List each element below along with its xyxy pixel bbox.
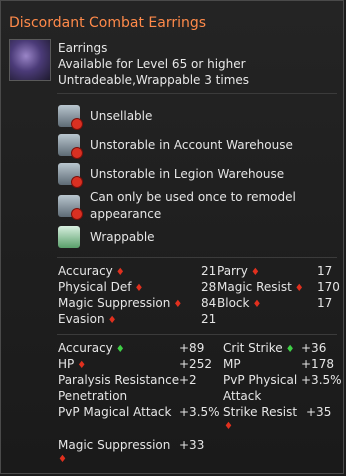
- bonus-paralysis-line1: Paralysis Resistance: [58, 373, 180, 387]
- bonus-strike-resist: Strike Resist: [223, 405, 298, 419]
- stat-physical-def-value: 28: [201, 280, 217, 294]
- bonus-magic-suppression: Magic Suppression: [58, 438, 171, 452]
- bonus-hp: HP ♦: [58, 357, 87, 371]
- restriction-unsellable: Unsellable: [58, 105, 153, 130]
- stat-evasion-value: 21: [201, 312, 217, 326]
- stat-magic-resist: Magic Resist ♦: [217, 280, 304, 294]
- restriction-label: Unsellable: [90, 108, 153, 123]
- restriction-label-line1: Can only be used once to remodel: [90, 190, 296, 204]
- trade-info: Untradeable,Wrappable 3 times: [58, 73, 250, 87]
- remodel-once-icon: [58, 195, 83, 220]
- divider: [57, 93, 337, 94]
- stat-physical-def: Physical Def ♦: [58, 280, 144, 294]
- stat-parry: Parry ♦: [217, 264, 260, 278]
- divider: [57, 334, 337, 335]
- bonus-paralysis-value: +2: [179, 373, 197, 387]
- bonus-hp-value: +252: [179, 357, 212, 371]
- down-arrow-icon: ♦: [58, 454, 67, 465]
- stat-magic-resist-value: 170: [317, 280, 340, 294]
- bonus-pvp-magical: PvP Magical Attack: [58, 405, 172, 419]
- no-sell-icon: [58, 105, 83, 130]
- bonus-pvp-physical-line2: Attack: [223, 389, 262, 403]
- restriction-wrappable: Wrappable: [58, 226, 155, 248]
- restriction-label: Wrappable: [90, 229, 155, 244]
- item-type: Earrings: [58, 41, 108, 55]
- bonus-magic-suppression-value: +33: [179, 438, 205, 452]
- bonus-pvp-magical-value: +3.5%: [179, 405, 220, 419]
- restriction-label-line2: appearance: [90, 207, 162, 221]
- bonus-pvp-physical-value: +3.5%: [301, 373, 342, 387]
- divider: [57, 257, 337, 258]
- stat-evasion: Evasion ♦: [58, 312, 117, 326]
- bonus-accuracy: Accuracy ♦: [58, 341, 125, 355]
- wrappable-icon: [58, 226, 80, 248]
- earrings-icon: [9, 39, 51, 81]
- stat-parry-value: 17: [317, 264, 333, 278]
- bonus-crit-strike: Crit Strike ♦: [223, 341, 295, 355]
- stat-accuracy: Accuracy ♦: [58, 264, 125, 278]
- level-requirement: Available for Level 65 or higher: [58, 57, 246, 71]
- no-account-warehouse-icon: [58, 134, 83, 159]
- stat-block: Block ♦: [217, 296, 262, 310]
- stat-accuracy-value: 21: [201, 264, 217, 278]
- restriction-legion-warehouse: Unstorable in Legion Warehouse: [58, 163, 285, 188]
- stat-magic-suppression-value: 84: [201, 296, 217, 310]
- bonus-mp-value: +178: [301, 357, 334, 371]
- stat-magic-suppression: Magic Suppression ♦: [58, 296, 183, 310]
- bonus-mp: MP: [223, 357, 241, 371]
- item-title: Discordant Combat Earrings: [9, 15, 207, 31]
- down-arrow-icon: ♦: [224, 421, 233, 432]
- restriction-account-warehouse: Unstorable in Account Warehouse: [58, 134, 293, 159]
- bonus-paralysis-line2: Penetration: [58, 389, 128, 403]
- bonus-strike-resist-value: +35: [306, 405, 332, 419]
- no-legion-warehouse-icon: [58, 163, 83, 188]
- restriction-label: Unstorable in Legion Warehouse: [90, 166, 285, 181]
- item-tooltip: Discordant Combat Earrings Earrings Avai…: [0, 0, 344, 474]
- restriction-label: Unstorable in Account Warehouse: [90, 137, 293, 152]
- stat-block-value: 17: [317, 296, 333, 310]
- bonus-pvp-physical-line1: PvP Physical: [223, 373, 298, 387]
- bonus-crit-strike-value: +36: [301, 341, 327, 355]
- bonus-accuracy-value: +89: [179, 341, 205, 355]
- restriction-remodel-once: Can only be used once to remodel appeara…: [58, 189, 296, 223]
